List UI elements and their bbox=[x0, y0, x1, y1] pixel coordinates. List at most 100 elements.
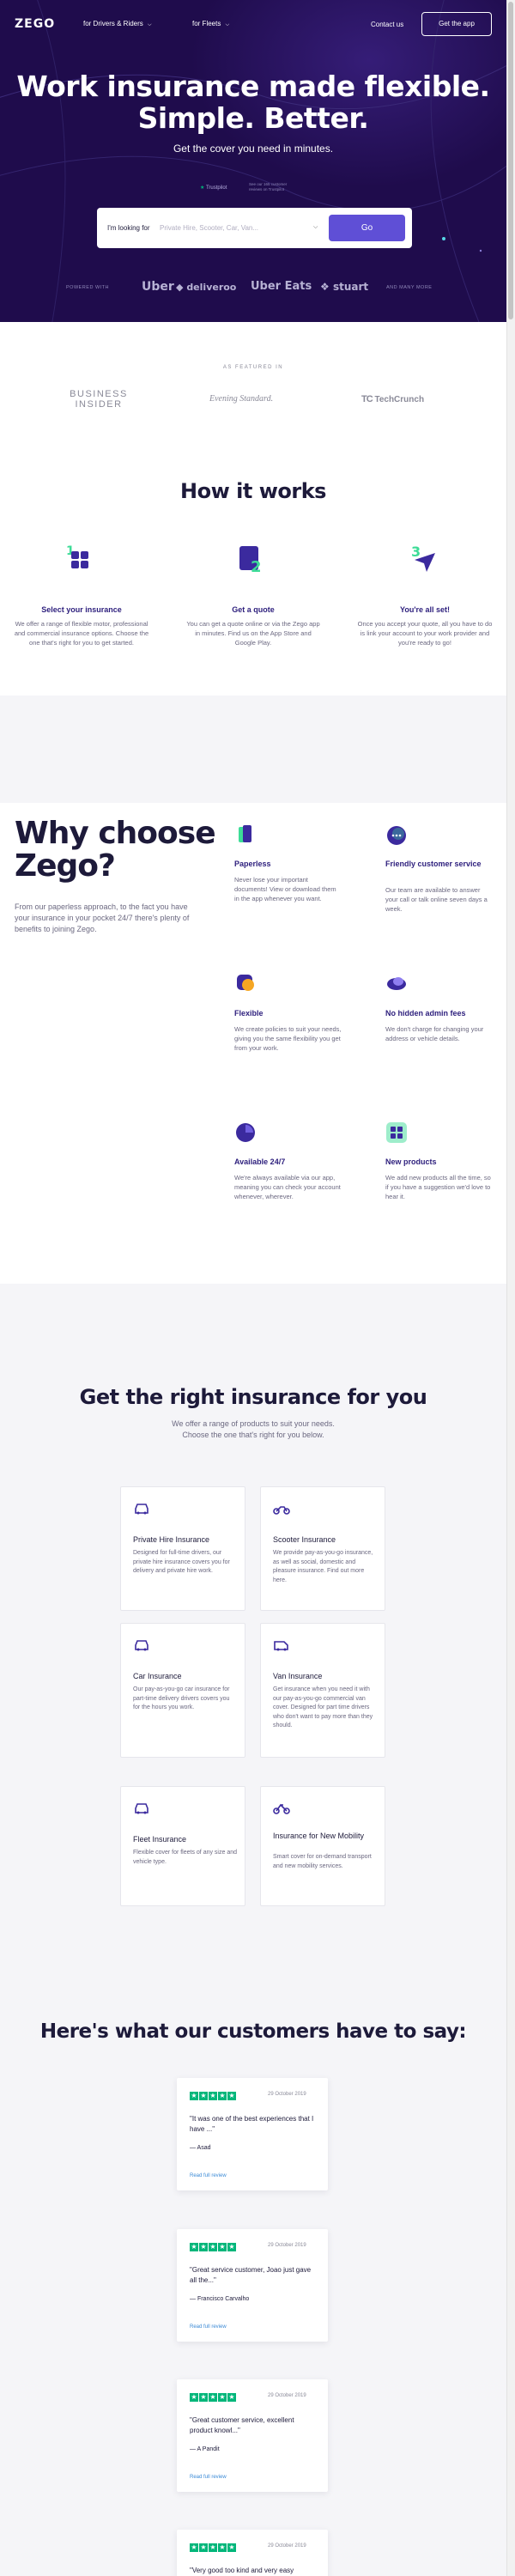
insurance-search: I'm looking for ⌵ Go bbox=[97, 208, 412, 248]
star-icon: ★ bbox=[227, 2092, 236, 2100]
clock-icon bbox=[236, 1123, 255, 1142]
star-icon: ★ bbox=[209, 2243, 217, 2251]
chevron-down-icon: ⌵ bbox=[148, 22, 152, 27]
step-title: Get a quote bbox=[232, 605, 275, 614]
benefit-title: Available 24/7 bbox=[234, 1157, 286, 1166]
chevron-down-icon[interactable]: ⌵ bbox=[313, 224, 318, 231]
review-author: — Asad bbox=[190, 2145, 211, 2151]
star-icon: ★ bbox=[218, 2543, 227, 2552]
star-icon: ★ bbox=[209, 2543, 217, 2552]
star-icon: ★ bbox=[199, 2393, 208, 2402]
step-text: You can get a quote online or via the Ze… bbox=[186, 620, 320, 647]
star-icon: ★ bbox=[218, 2092, 227, 2100]
product-card-car[interactable]: Car Insurance Our pay-as-you-go car insu… bbox=[120, 1623, 245, 1758]
card-title: Private Hire Insurance bbox=[133, 1535, 210, 1544]
go-button[interactable]: Go bbox=[329, 215, 405, 241]
scrollbar-track[interactable] bbox=[506, 0, 515, 2576]
chat-icon bbox=[387, 826, 406, 845]
hero-section: ZEGO for Drivers & Riders ⌵ for Fleets ⌵… bbox=[0, 0, 506, 322]
why-title-line1: Why choose bbox=[15, 816, 216, 851]
benefit-title: No hidden admin fees bbox=[385, 1009, 466, 1018]
hero-title-line1: Work insurance made flexible. bbox=[16, 70, 490, 103]
benefit-title: New products bbox=[385, 1157, 437, 1166]
star-rating: ★ ★ ★ ★ ★ bbox=[190, 2391, 237, 2402]
search-label: I'm looking for bbox=[107, 224, 150, 232]
benefit-title: Friendly customer service bbox=[385, 860, 482, 868]
card-text: Designed for full-time drivers, our priv… bbox=[133, 1550, 230, 1574]
why-title-line2: Zego? bbox=[15, 848, 116, 884]
star-icon: ★ bbox=[199, 2243, 208, 2251]
card-text: Get insurance when you need it with our … bbox=[273, 1686, 373, 1728]
car-icon bbox=[135, 1803, 148, 1814]
products-subtitle-line1: We offer a range of products to suit you… bbox=[172, 1419, 335, 1428]
read-full-review-link[interactable]: Read full review bbox=[190, 2475, 227, 2480]
benefit-text: We're always available via our app, mean… bbox=[234, 1174, 341, 1200]
star-icon: ★ bbox=[209, 2092, 217, 2100]
review-card: ★ ★ ★ ★ ★ 29 October 2019 "Great customer se… bbox=[177, 2379, 328, 2492]
benefit-title: Paperless bbox=[234, 860, 271, 868]
review-card: ★ ★ ★ ★ ★ 29 October 2019 "Very good too kin… bbox=[177, 2530, 328, 2576]
product-card-van[interactable]: Van Insurance Get insurance when you nee… bbox=[260, 1623, 385, 1758]
star-rating: ★ ★ ★ ★ ★ bbox=[190, 2090, 237, 2100]
step-number: 2 bbox=[251, 558, 262, 576]
star-icon: ★ bbox=[190, 2243, 198, 2251]
review-card: ★ ★ ★ ★ ★ 29 October 2019 "It was one of the… bbox=[177, 2078, 328, 2190]
star-icon: ★ bbox=[190, 2393, 198, 2402]
trustpilot-label: Trustpilot bbox=[205, 185, 227, 191]
paperless-icon bbox=[239, 825, 251, 842]
read-full-review-link[interactable]: Read full review bbox=[190, 2173, 227, 2178]
review-date: 29 October 2019 bbox=[268, 2092, 306, 2097]
product-card-private-hire[interactable]: Private Hire Insurance Designed for full… bbox=[120, 1486, 245, 1611]
testimonials-title: Here's what our customers have to say: bbox=[39, 2020, 467, 2043]
products-section bbox=[0, 1284, 506, 1941]
card-text: Flexible cover for fleets of any size an… bbox=[133, 1850, 238, 1865]
why-choose-title: Why choose Zego? bbox=[15, 816, 216, 884]
powered-with-label: POWERED WITH bbox=[66, 285, 109, 290]
review-text: "It was one of the best experiences that… bbox=[190, 2115, 314, 2133]
star-rating: ★ ★ ★ ★ ★ bbox=[190, 2542, 237, 2552]
step-text: Once you accept your quote, all you have… bbox=[357, 620, 493, 647]
nav-fleets[interactable]: for Fleets ⌵ bbox=[192, 20, 229, 28]
nav-drivers-riders-label: for Drivers & Riders bbox=[83, 20, 143, 27]
star-icon: ★ bbox=[199, 2543, 208, 2552]
page: ZEGO for Drivers & Riders ⌵ for Fleets ⌵… bbox=[0, 0, 506, 2576]
star-rating: ★ ★ ★ ★ ★ bbox=[190, 2241, 237, 2251]
trustpilot-badge[interactable]: ★ Trustpilot bbox=[200, 185, 227, 191]
partner-uber-logo: Uber bbox=[142, 280, 174, 294]
benefit-text: We don't charge for changing your addres… bbox=[385, 1025, 484, 1042]
why-choose-text: From our paperless approach, to the fact… bbox=[15, 902, 190, 933]
product-card-new-mobility[interactable]: Insurance for New Mobility Smart cover f… bbox=[260, 1786, 385, 1906]
star-icon: ★ bbox=[209, 2393, 217, 2402]
partner-deliveroo-label: deliveroo bbox=[186, 282, 237, 293]
car-icon bbox=[135, 1504, 148, 1515]
product-card-scooter[interactable]: Scooter Insurance We provide pay-as-you-… bbox=[260, 1486, 385, 1611]
product-card-fleet[interactable]: Fleet Insurance Flexible cover for fleet… bbox=[120, 1786, 245, 1906]
benefit-text: We add new products all the time, so if … bbox=[385, 1174, 491, 1200]
read-full-review-link[interactable]: Read full review bbox=[190, 2324, 227, 2330]
zego-logo[interactable]: ZEGO bbox=[15, 17, 55, 31]
hero-title: Work insurance made flexible. Simple. Be… bbox=[0, 70, 506, 134]
star-icon: ★ bbox=[190, 2092, 198, 2100]
select-insurance-icon: 1 bbox=[66, 544, 88, 568]
card-title: Van Insurance bbox=[273, 1672, 323, 1680]
products-subtitle-line2: Choose the one that's right for you belo… bbox=[182, 1431, 324, 1439]
card-text: Our pay-as-you-go car insurance for part… bbox=[133, 1686, 230, 1710]
review-date: 29 October 2019 bbox=[268, 2243, 306, 2248]
products-subtitle: We offer a range of products to suit you… bbox=[0, 1419, 506, 1441]
review-date: 29 October 2019 bbox=[268, 2393, 306, 2398]
review-text: "Great customer service, excellent produ… bbox=[190, 2416, 294, 2434]
scooter-icon bbox=[273, 1506, 290, 1515]
card-title: Fleet Insurance bbox=[133, 1835, 187, 1844]
star-icon: ★ bbox=[227, 2543, 236, 2552]
review-date: 29 October 2019 bbox=[268, 2543, 306, 2549]
bike-icon bbox=[273, 1803, 290, 1814]
scrollbar-thumb[interactable] bbox=[508, 2, 513, 319]
benefit-text: Our team are available to answer your ca… bbox=[385, 886, 488, 913]
press-techcrunch-logo: TC TechCrunch bbox=[361, 394, 424, 404]
step-number: 3 bbox=[411, 544, 421, 560]
get-the-app-button[interactable]: Get the app bbox=[421, 12, 492, 36]
nav-drivers-riders[interactable]: for Drivers & Riders ⌵ bbox=[83, 20, 152, 28]
contact-us-link[interactable]: Contact us bbox=[371, 21, 403, 28]
star-icon: ★ bbox=[218, 2393, 227, 2402]
section-divider bbox=[0, 696, 506, 803]
